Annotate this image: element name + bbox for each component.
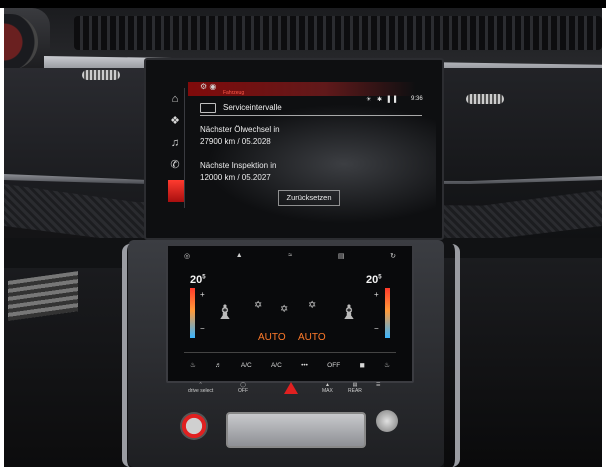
plus-right[interactable]: + <box>374 290 379 299</box>
passenger-footwell <box>444 258 602 467</box>
fan-center-icon[interactable]: ✡ <box>280 304 288 315</box>
temp-left: 205 <box>190 274 206 286</box>
rear-defrost-icon[interactable]: ▤ <box>338 252 345 264</box>
seat-left-icon[interactable]: ♝ <box>216 300 234 325</box>
temp-left-decimal: 5 <box>202 274 206 281</box>
phone-icon[interactable]: ✆ <box>166 154 184 176</box>
airflow-icon[interactable]: ≈ <box>288 252 292 264</box>
temp-right-decimal: 5 <box>378 274 382 281</box>
max-label: MAX <box>322 388 333 394</box>
select-label: select <box>200 388 214 394</box>
rear-defrost-button[interactable]: ▤ REAR <box>348 382 362 394</box>
auto-right[interactable]: AUTO <box>298 332 326 343</box>
plus-left[interactable]: + <box>200 290 205 299</box>
temp-right-value: 20 <box>366 274 379 286</box>
car-icon[interactable]: ◼ <box>359 361 364 369</box>
reset-button[interactable]: Zurücksetzen <box>278 190 340 206</box>
temp-left-value: 20 <box>190 274 203 286</box>
home-icon[interactable]: ⌂ <box>166 88 184 110</box>
left-light-icon <box>82 70 120 80</box>
climate-bottom-row: ♨ ♬ A/C A/C ••• OFF ◼ ♨ <box>190 358 390 372</box>
park-assist-button[interactable]: ◯ OFF <box>238 382 248 394</box>
mmi-divider <box>200 115 422 116</box>
minus-right[interactable]: − <box>374 324 379 333</box>
mmi-top-icons: ⚙ ◉ <box>200 82 217 91</box>
park-off-label: OFF <box>238 388 248 394</box>
more-button[interactable]: ••• <box>301 362 308 369</box>
mmi-screen: ⚙ ◉ Fahrzeug ☀ ✱ ▌▌ 9:36 Serviceinterval… <box>144 58 444 240</box>
music-icon[interactable]: ♫ <box>166 132 184 154</box>
seat-heat-left-icon[interactable]: ♨ <box>190 361 196 369</box>
mmi-status-icons: ☀ ✱ ▌▌ <box>366 97 401 103</box>
car-interior-photo: ⚙ ◉ Fahrzeug ☀ ✱ ▌▌ 9:36 Serviceinterval… <box>4 8 602 467</box>
fan-left-icon[interactable]: ✡ <box>254 300 262 311</box>
drive-select-button[interactable]: ⌃ drive select <box>188 382 213 394</box>
back-button[interactable] <box>200 103 216 113</box>
windshield-icon[interactable]: ▲ <box>236 252 243 264</box>
oil-change-value: 27900 km / 05.2028 <box>200 137 271 146</box>
seat-button[interactable]: ☰ <box>376 382 380 388</box>
temp-right: 205 <box>366 274 382 286</box>
auto-left[interactable]: AUTO <box>258 332 286 343</box>
minus-left[interactable]: − <box>200 324 205 333</box>
climate-screen: ◎ ▲ ≈ ▤ ↻ 205 205 + − + − ♝ ♝ ✡ ✡ ✡ AUTO… <box>166 244 414 383</box>
seat-vent-left-icon[interactable]: ♬ <box>215 362 222 369</box>
ac-button[interactable]: A/C <box>241 362 252 369</box>
control-knob[interactable] <box>376 410 398 432</box>
oil-change-label: Nächster Ölwechsel in <box>200 125 280 134</box>
hazard-button[interactable] <box>284 382 298 394</box>
inspection-label: Nächste Inspektion in <box>200 161 277 170</box>
volume-knob[interactable] <box>180 412 208 440</box>
control-strip: ⌃ drive select ◯ OFF ▲ MAX ▤ REAR ☰ <box>180 382 408 406</box>
climate-divider <box>184 352 396 353</box>
drive-label: drive <box>188 388 199 394</box>
dashboard-vent <box>74 16 602 50</box>
recirc-icon[interactable]: ↻ <box>390 252 396 264</box>
mmi-breadcrumb: Fahrzeug <box>223 90 245 96</box>
top-border <box>0 0 606 8</box>
touch-pad[interactable] <box>226 412 366 448</box>
sidebar-accent <box>168 180 184 202</box>
mmi-clock: 9:36 <box>411 96 423 102</box>
max-defrost-button[interactable]: ▲ MAX <box>322 382 333 394</box>
mmi-page-title: Serviceintervalle <box>223 103 282 112</box>
temp-slider-right[interactable] <box>385 288 390 338</box>
rear-label: REAR <box>348 388 362 394</box>
temp-slider-left[interactable] <box>190 288 195 338</box>
seat-heat-right-icon[interactable]: ♨ <box>384 361 390 369</box>
right-light-icon <box>466 94 504 104</box>
car-settings-icon[interactable]: ❖ <box>166 110 184 132</box>
inspection-value: 12000 km / 05.2027 <box>200 173 271 182</box>
fan-right-icon[interactable]: ✡ <box>308 300 316 311</box>
climate-top-row: ◎ ▲ ≈ ▤ ↻ <box>184 252 396 264</box>
seat-right-icon[interactable]: ♝ <box>340 300 358 325</box>
off-button[interactable]: OFF <box>327 362 340 369</box>
steering-heat-icon[interactable]: ◎ <box>184 252 190 264</box>
ac-max-button[interactable]: A/C <box>271 362 282 369</box>
